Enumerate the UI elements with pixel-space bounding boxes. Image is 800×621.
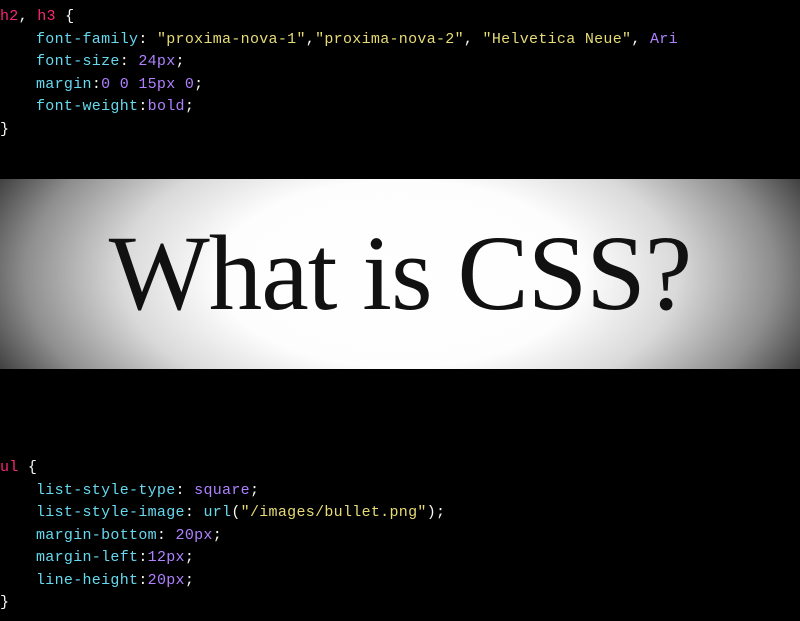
- css-code-bottom: ul {list-style-type: square;list-style-i…: [0, 451, 800, 621]
- code-token: Ar: [650, 31, 669, 48]
- code-token: "proxima-nova-2": [315, 31, 464, 48]
- banner-title: What is CSS?: [109, 213, 691, 336]
- code-token: ;: [250, 482, 259, 499]
- code-token: {: [65, 8, 74, 25]
- code-token: }: [0, 121, 9, 138]
- code-token: :: [92, 76, 101, 93]
- code-token: font-size: [36, 53, 120, 70]
- code-token: url: [203, 504, 231, 521]
- code-token: ;: [185, 572, 194, 589]
- code-token: bold: [148, 98, 185, 115]
- code-line: margin:0 0 15px 0;: [0, 74, 800, 97]
- code-token: {: [28, 459, 37, 476]
- code-token: :: [138, 31, 157, 48]
- code-token: h3: [37, 8, 56, 25]
- code-token: font-weight: [36, 98, 138, 115]
- code-token: ;: [436, 504, 445, 521]
- code-token: list-style-type: [36, 482, 176, 499]
- code-token: "proxima-nova-1": [157, 31, 306, 48]
- code-token: 12px: [148, 549, 185, 566]
- code-token: "Helvetica Neue": [483, 31, 632, 48]
- code-token: ): [427, 504, 436, 521]
- code-line: list-style-type: square;: [0, 480, 800, 503]
- code-token: }: [0, 594, 9, 611]
- code-line: margin-bottom: 20px;: [0, 525, 800, 548]
- code-line: ul {: [0, 457, 800, 480]
- code-token: [56, 8, 65, 25]
- code-token: 24px: [138, 53, 175, 70]
- code-line: }: [0, 592, 800, 615]
- code-token: :: [176, 482, 195, 499]
- title-banner: What is CSS?: [0, 179, 800, 369]
- code-token: ,: [631, 31, 650, 48]
- code-token: [19, 459, 28, 476]
- code-token: margin: [36, 76, 92, 93]
- code-token: ,: [464, 31, 483, 48]
- code-token: h2: [0, 8, 19, 25]
- code-token: :: [185, 504, 204, 521]
- code-token: i: [669, 31, 678, 48]
- code-token: :: [138, 98, 147, 115]
- code-token: ,: [306, 31, 315, 48]
- code-token: font-family: [36, 31, 138, 48]
- code-line: font-weight:bold;: [0, 96, 800, 119]
- code-token: 0 0 15px 0: [101, 76, 194, 93]
- code-line: list-style-image: url("/images/bullet.pn…: [0, 502, 800, 525]
- code-token: ul: [0, 459, 19, 476]
- code-token: 20px: [148, 572, 185, 589]
- code-token: margin-left: [36, 549, 138, 566]
- code-line: margin-left:12px;: [0, 547, 800, 570]
- code-token: (: [231, 504, 240, 521]
- code-token: "/images/bullet.png": [241, 504, 427, 521]
- css-code-top: h2, h3 {font-family: "proxima-nova-1","p…: [0, 0, 800, 147]
- code-token: ;: [185, 98, 194, 115]
- code-token: line-height: [36, 572, 138, 589]
- code-line: font-family: "proxima-nova-1","proxima-n…: [0, 29, 800, 52]
- code-line: line-height:20px;: [0, 570, 800, 593]
- code-token: list-style-image: [36, 504, 185, 521]
- code-line: font-size: 24px;: [0, 51, 800, 74]
- code-token: ,: [19, 8, 38, 25]
- code-line: h2, h3 {: [0, 6, 800, 29]
- code-token: ;: [185, 549, 194, 566]
- code-token: :: [120, 53, 139, 70]
- code-line: }: [0, 119, 800, 142]
- code-token: :: [138, 549, 147, 566]
- code-token: :: [138, 572, 147, 589]
- code-token: ;: [176, 53, 185, 70]
- code-token: square: [194, 482, 250, 499]
- code-token: ;: [194, 76, 203, 93]
